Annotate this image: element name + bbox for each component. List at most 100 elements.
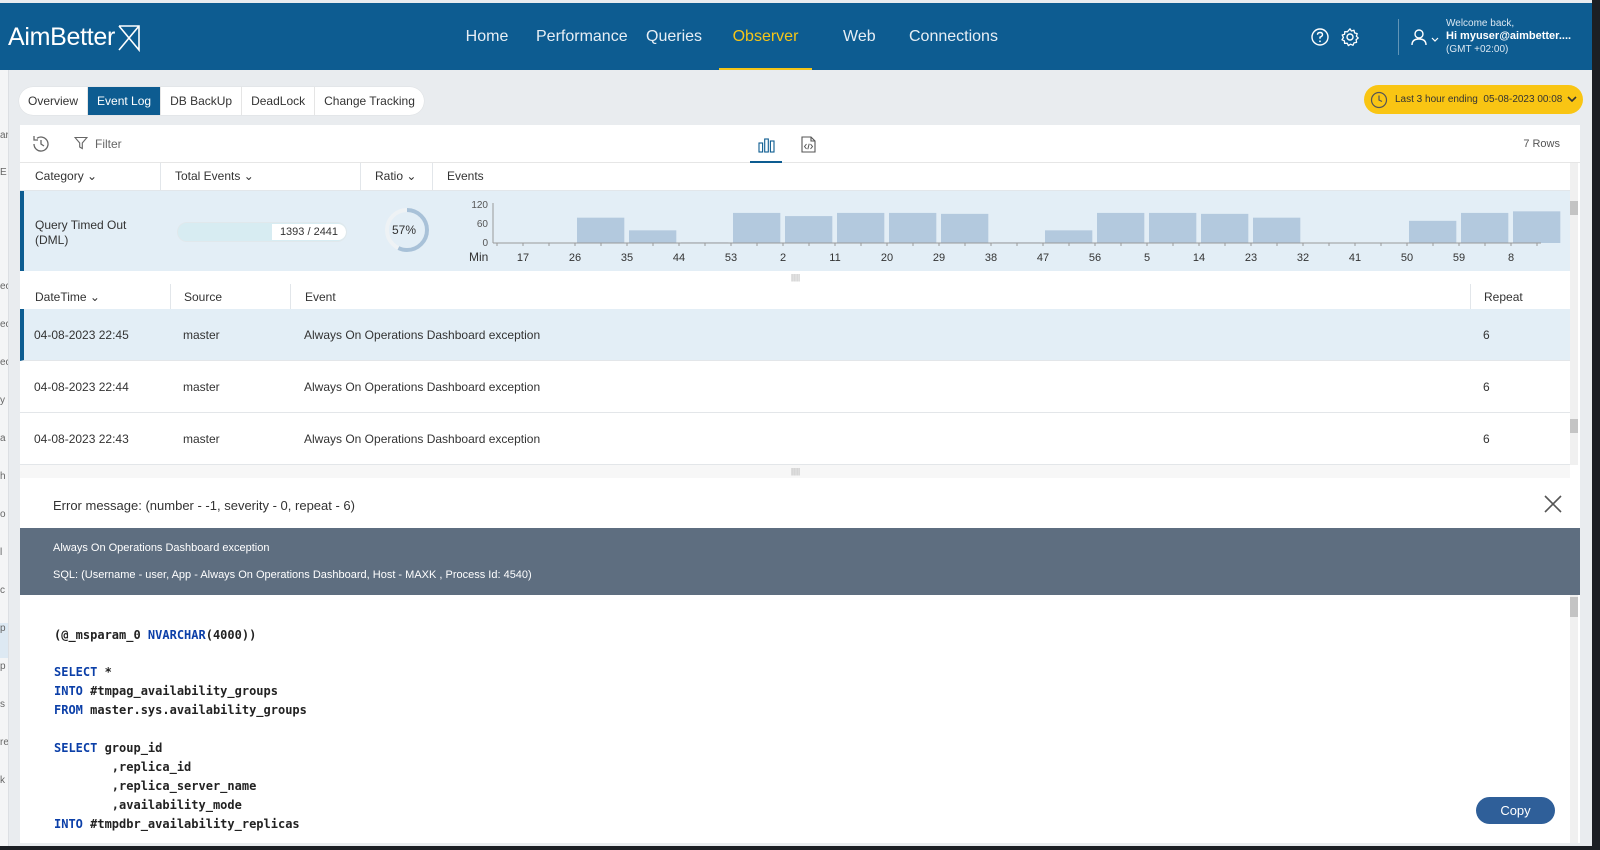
error-message-text: Always On Operations Dashboard exception — [53, 542, 270, 554]
sidebar-item-fragment[interactable]: a — [0, 433, 6, 444]
panel-resize-handle[interactable]: |||||||| — [20, 271, 1570, 284]
panel-resize-handle[interactable]: |||||||| — [20, 465, 1570, 478]
sidebar-item-fragment[interactable]: l — [0, 547, 2, 558]
logo-mark-icon — [118, 24, 140, 52]
user-timezone: (GMT +02:00) — [1446, 44, 1509, 55]
x-tick-label: 26 — [569, 252, 581, 264]
source-column-header[interactable]: Source — [184, 284, 222, 311]
table-row[interactable]: 04-08-2023 22:44 master Always On Operat… — [20, 361, 1570, 413]
sidebar-item-fragment[interactable]: h — [0, 471, 6, 482]
tab-overview[interactable]: Overview — [19, 87, 89, 115]
filter-button[interactable]: Filter — [95, 137, 122, 151]
row-event: Always On Operations Dashboard exception — [304, 432, 541, 446]
code-scrollbar[interactable] — [1570, 595, 1578, 843]
code-keyword: SELECT — [54, 741, 98, 755]
nav-performance[interactable]: Performance — [536, 3, 628, 70]
row-source: master — [183, 432, 220, 446]
tab-deadlock[interactable]: DeadLock — [242, 87, 316, 115]
scrollbar-thumb[interactable] — [1570, 419, 1578, 433]
table-row-selected[interactable]: 04-08-2023 22:45 master Always On Operat… — [20, 309, 1570, 361]
x-tick-label: 59 — [1453, 252, 1465, 264]
bar — [629, 230, 677, 243]
gear-icon[interactable] — [1340, 27, 1360, 47]
row-event: Always On Operations Dashboard exception — [304, 380, 541, 394]
bar — [1409, 220, 1457, 243]
bar — [1201, 213, 1249, 243]
category-row-selected[interactable]: Query Timed Out (DML) 1393 / 2441 57% 0 6… — [20, 191, 1570, 271]
sidebar-item-fragment[interactable]: ec — [0, 281, 8, 292]
tab-event-log[interactable]: Event Log — [88, 87, 162, 115]
sidebar-item-fragment[interactable]: c — [0, 585, 5, 596]
code-keyword: FROM — [54, 703, 83, 717]
nav-home[interactable]: Home — [465, 3, 509, 70]
bar — [1045, 230, 1093, 243]
time-range-value: 05-08-2023 00:08 — [1483, 94, 1563, 105]
nav-queries[interactable]: Queries — [646, 3, 702, 70]
scrollbar-thumb[interactable] — [1570, 201, 1578, 215]
user-greeting[interactable]: Welcome back, Hi myuser@aimbetter.... (G… — [1446, 17, 1571, 56]
x-tick-label: 53 — [725, 252, 737, 264]
help-icon[interactable] — [1310, 27, 1330, 47]
total-events-column-header[interactable]: Total Events ⌄ — [175, 163, 254, 190]
event-column-header[interactable]: Event — [305, 284, 336, 311]
row-datetime: 04-08-2023 22:43 — [34, 432, 129, 446]
window-edge — [0, 846, 1600, 850]
tab-change-tracking[interactable]: Change Tracking — [315, 87, 424, 115]
sidebar-item-fragment[interactable]: ar — [0, 130, 8, 141]
user-chevron-down-icon[interactable] — [1431, 37, 1439, 43]
sidebar-item-fragment[interactable]: y — [0, 395, 5, 406]
chart-view-tab[interactable] — [750, 133, 782, 163]
sidebar-item-fragment[interactable]: ec — [0, 319, 8, 330]
x-tick-label: 5 — [1144, 252, 1150, 264]
user-name: Hi myuser@aimbetter.... — [1446, 30, 1572, 42]
table-row[interactable]: 04-08-2023 22:43 master Always On Operat… — [20, 413, 1570, 465]
sidebar-item-fragment[interactable]: s — [0, 699, 5, 710]
sidebar-item-fragment[interactable]: p — [0, 661, 6, 672]
code-keyword: INTO — [54, 684, 83, 698]
sort-chevron-icon: ⌄ — [243, 169, 254, 183]
x-tick-label: 32 — [1297, 252, 1309, 264]
datetime-column-header[interactable]: DateTime ⌄ — [35, 284, 100, 311]
x-tick-label: 20 — [881, 252, 893, 264]
code-text: group_id — [97, 741, 163, 755]
nav-observer[interactable]: Observer — [719, 3, 812, 70]
time-range-label: Last 3 hour ending — [1395, 94, 1478, 105]
bar — [1149, 212, 1197, 243]
events-bar-chart: 0 60 120 Min 17 26 35 44 53 2 11 20 29 38 47 56 5 14 23 32 4… — [469, 200, 1561, 264]
sidebar-item-fragment[interactable]: p — [0, 623, 6, 634]
ratio-column-header[interactable]: Ratio ⌄ — [375, 163, 416, 190]
user-icon[interactable] — [1409, 27, 1429, 47]
logo[interactable]: AimBetter — [8, 23, 141, 52]
sidebar-item-fragment[interactable]: E — [0, 167, 7, 178]
tab-db-backup[interactable]: DB BackUp — [161, 87, 243, 115]
x-tick-label: 41 — [1349, 252, 1361, 264]
event-log-toolbar: Filter 7 Rows — [20, 125, 1580, 163]
error-message-title: Error message: (number - -1, severity - … — [53, 498, 355, 513]
chevron-down-icon — [1567, 96, 1577, 103]
sidebar-item-fragment[interactable]: k — [0, 775, 5, 786]
column-divider — [360, 163, 361, 191]
sidebar-item-fragment[interactable]: o — [0, 509, 6, 520]
sidebar-item-fragment[interactable]: re — [0, 737, 8, 748]
code-keyword: SELECT — [54, 665, 98, 679]
app-root: AimBetter Home Performance Queries Obser… — [0, 0, 1600, 850]
table-scrollbar[interactable] — [1570, 163, 1578, 465]
copy-button[interactable]: Copy — [1476, 797, 1555, 824]
code-view-tab[interactable] — [792, 133, 824, 163]
x-tick-label: 23 — [1245, 252, 1257, 264]
code-text: master.sys.availability_groups — [82, 703, 307, 717]
nav-web[interactable]: Web — [843, 3, 876, 70]
filter-icon[interactable] — [74, 136, 88, 150]
scrollbar-thumb[interactable] — [1570, 597, 1578, 617]
bar — [733, 212, 781, 243]
repeat-column-header[interactable]: Repeat — [1484, 284, 1523, 311]
sidebar-item-fragment[interactable]: ec — [0, 357, 8, 368]
category-column-header[interactable]: Category ⌄ — [35, 163, 97, 190]
close-icon[interactable] — [1542, 493, 1564, 515]
logo-text: AimBetter — [8, 23, 116, 51]
x-tick-label: 50 — [1401, 252, 1413, 264]
nav-connections[interactable]: Connections — [909, 3, 998, 70]
row-repeat: 6 — [1483, 380, 1490, 394]
time-range-selector[interactable]: Last 3 hour ending 05-08-2023 00:08 — [1364, 85, 1583, 114]
history-icon[interactable] — [30, 133, 52, 155]
